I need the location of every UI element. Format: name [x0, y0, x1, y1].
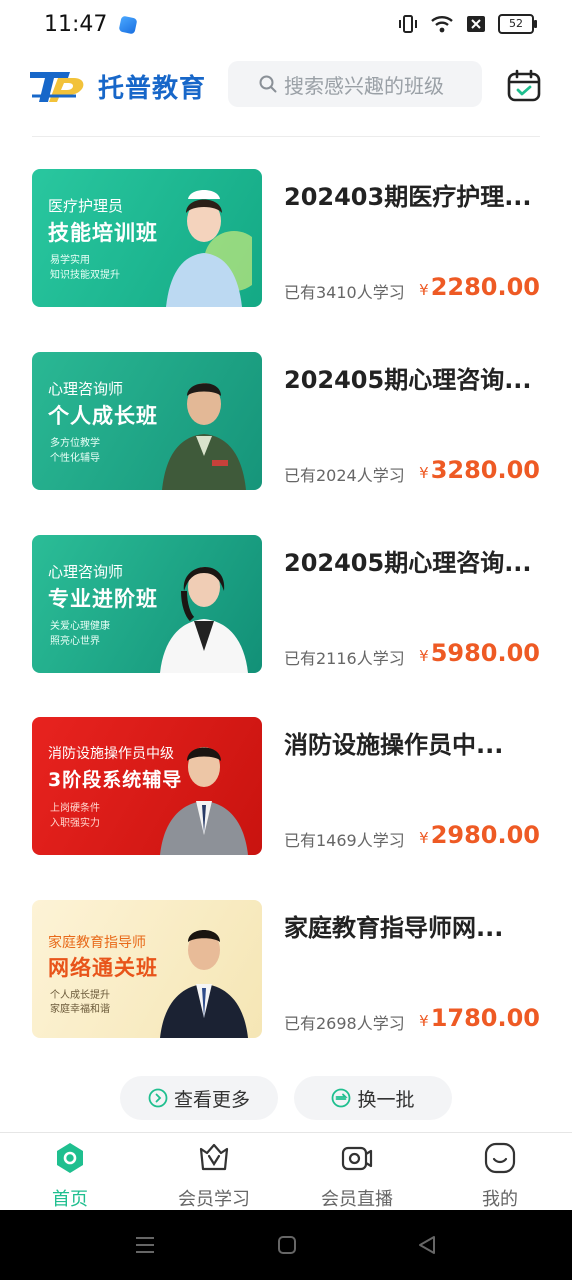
course-title[interactable]: 家庭教育指导师网...	[284, 908, 540, 943]
tab-vip-live[interactable]: 会员直播	[297, 1141, 417, 1211]
course-title[interactable]: 202403期医疗护理...	[284, 177, 540, 212]
thumb-subtitle: 心理咨询师	[48, 380, 124, 398]
tab-label: 会员直播	[321, 1189, 393, 1210]
tab-home[interactable]: 首页	[10, 1141, 130, 1211]
course-thumbnail[interactable]: 心理咨询师 个人成长班 多方位教学 个性化辅导	[32, 352, 262, 490]
course-price: ¥1780.00	[419, 1004, 540, 1032]
thumb-subtitle: 家庭教育指导师	[48, 935, 146, 951]
learner-count: 已有2116人学习	[284, 649, 405, 668]
tab-label: 我的	[482, 1189, 518, 1210]
search-placeholder: 搜索感兴趣的班级	[284, 73, 444, 98]
thumb-title: 个人成长班	[48, 404, 158, 428]
currency-symbol: ¥	[419, 829, 429, 847]
instructor-photo	[166, 190, 252, 307]
price-value: 5980.00	[430, 639, 540, 667]
thumb-bullet: 入职强实力	[50, 818, 100, 829]
thumb-bullet: 上岗硬条件	[50, 803, 100, 814]
thumb-bullet: 多方位教学	[50, 438, 100, 449]
tab-vip-learning[interactable]: 会员学习	[154, 1141, 274, 1211]
instructor-photo	[160, 747, 248, 855]
thumb-title: 专业进阶班	[48, 587, 158, 611]
status-bar: 11:47 52	[0, 0, 572, 52]
course-item[interactable]: 消防设施操作员中级 3阶段系统辅导 上岗硬条件 入职强实力 消防设施操作员中..…	[32, 717, 542, 855]
course-thumbnail[interactable]: 心理咨询师 专业进阶班 关爱心理健康 照亮心世界	[32, 535, 262, 673]
refresh-batch-button[interactable]: 换一批	[294, 1076, 452, 1120]
course-item[interactable]: 心理咨询师 个人成长班 多方位教学 个性化辅导 202405期心理咨询... 已…	[32, 352, 542, 490]
course-title[interactable]: 202405期心理咨询...	[284, 360, 540, 395]
currency-symbol: ¥	[419, 1012, 429, 1030]
wifi-icon	[431, 16, 453, 33]
tab-label: 首页	[52, 1189, 88, 1210]
brand-logo-icon	[30, 72, 84, 102]
thumb-bullet: 易学实用	[50, 255, 90, 266]
thumb-bullet: 家庭幸福和谐	[50, 1004, 110, 1015]
course-thumbnail[interactable]: 消防设施操作员中级 3阶段系统辅导 上岗硬条件 入职强实力	[32, 717, 262, 855]
refresh-circle-icon	[332, 1088, 351, 1108]
course-price: ¥2280.00	[419, 273, 540, 301]
course-item[interactable]: 家庭教育指导师 网络通关班 个人成长提升 家庭幸福和谐 家庭教育指导师网... …	[32, 900, 542, 1038]
currency-symbol: ¥	[419, 647, 429, 665]
course-item[interactable]: 医疗护理员 技能培训班 易学实用 知识技能双提升 202403期医疗护理... …	[32, 169, 542, 307]
learner-count: 已有2024人学习	[284, 466, 405, 485]
no-sim-icon	[467, 16, 485, 32]
tab-profile[interactable]: 我的	[440, 1141, 560, 1211]
tab-label: 会员学习	[178, 1189, 250, 1210]
course-title[interactable]: 202405期心理咨询...	[284, 543, 540, 578]
vip-learn-icon	[199, 1143, 229, 1171]
calendar-check-icon[interactable]	[506, 68, 542, 104]
price-value: 1780.00	[430, 1004, 540, 1032]
thumb-subtitle: 心理咨询师	[48, 563, 124, 581]
view-more-button[interactable]: 查看更多	[120, 1076, 278, 1120]
instructor-photo	[160, 566, 248, 673]
learner-count: 已有2698人学习	[284, 1014, 405, 1033]
profile-icon	[484, 1142, 516, 1174]
menu-nav-icon[interactable]	[134, 1234, 156, 1256]
vibrate-icon	[399, 15, 417, 33]
course-thumbnail[interactable]: 医疗护理员 技能培训班 易学实用 知识技能双提升	[32, 169, 262, 307]
currency-symbol: ¥	[419, 464, 429, 482]
thumb-bullet: 个人成长提升	[50, 990, 110, 1001]
back-nav-icon[interactable]	[416, 1234, 438, 1256]
refresh-label: 换一批	[357, 1088, 415, 1111]
home-icon	[57, 1143, 83, 1173]
status-time: 11:47	[44, 12, 108, 37]
battery-icon: 52	[498, 14, 537, 34]
thumb-bullet: 个性化辅导	[50, 453, 100, 464]
price-value: 3280.00	[430, 456, 540, 484]
thumb-title: 网络通关班	[48, 956, 158, 980]
learner-count: 已有3410人学习	[284, 283, 405, 302]
currency-symbol: ¥	[419, 281, 429, 299]
brand-name: 托普教育	[98, 73, 207, 104]
learner-count: 已有1469人学习	[284, 831, 405, 850]
view-more-label: 查看更多	[173, 1088, 250, 1111]
chevron-right-circle-icon	[148, 1088, 168, 1108]
course-price: ¥5980.00	[419, 639, 540, 667]
thumb-bullet: 知识技能双提升	[50, 270, 120, 281]
instructor-photo	[162, 383, 246, 490]
thumb-bullet: 关爱心理健康	[50, 621, 110, 632]
price-value: 2980.00	[430, 821, 540, 849]
thumb-title: 技能培训班	[48, 221, 158, 245]
search-icon	[259, 75, 277, 93]
instructor-photo	[160, 930, 248, 1038]
header-divider	[32, 136, 540, 137]
app-notification-icon	[118, 15, 138, 35]
course-price: ¥2980.00	[419, 821, 540, 849]
course-item[interactable]: 心理咨询师 专业进阶班 关爱心理健康 照亮心世界 202405期心理咨询... …	[32, 535, 542, 673]
home-nav-icon[interactable]	[276, 1234, 298, 1256]
thumb-bullet: 照亮心世界	[50, 636, 100, 647]
course-title[interactable]: 消防设施操作员中...	[284, 725, 540, 760]
live-camera-icon	[341, 1146, 373, 1171]
brand-logo[interactable]: 托普教育	[28, 66, 206, 106]
bottom-tab-bar: 首页 会员学习 会员直播 我的	[0, 1132, 572, 1211]
top-header: 托普教育 搜索感兴趣的班级	[0, 56, 572, 116]
system-nav-bar	[0, 1210, 572, 1280]
search-input[interactable]: 搜索感兴趣的班级	[228, 61, 482, 107]
course-thumbnail[interactable]: 家庭教育指导师 网络通关班 个人成长提升 家庭幸福和谐	[32, 900, 262, 1038]
thumb-subtitle: 医疗护理员	[48, 197, 124, 215]
price-value: 2280.00	[430, 273, 540, 301]
status-icons: 52	[398, 14, 537, 34]
course-price: ¥3280.00	[419, 456, 540, 484]
